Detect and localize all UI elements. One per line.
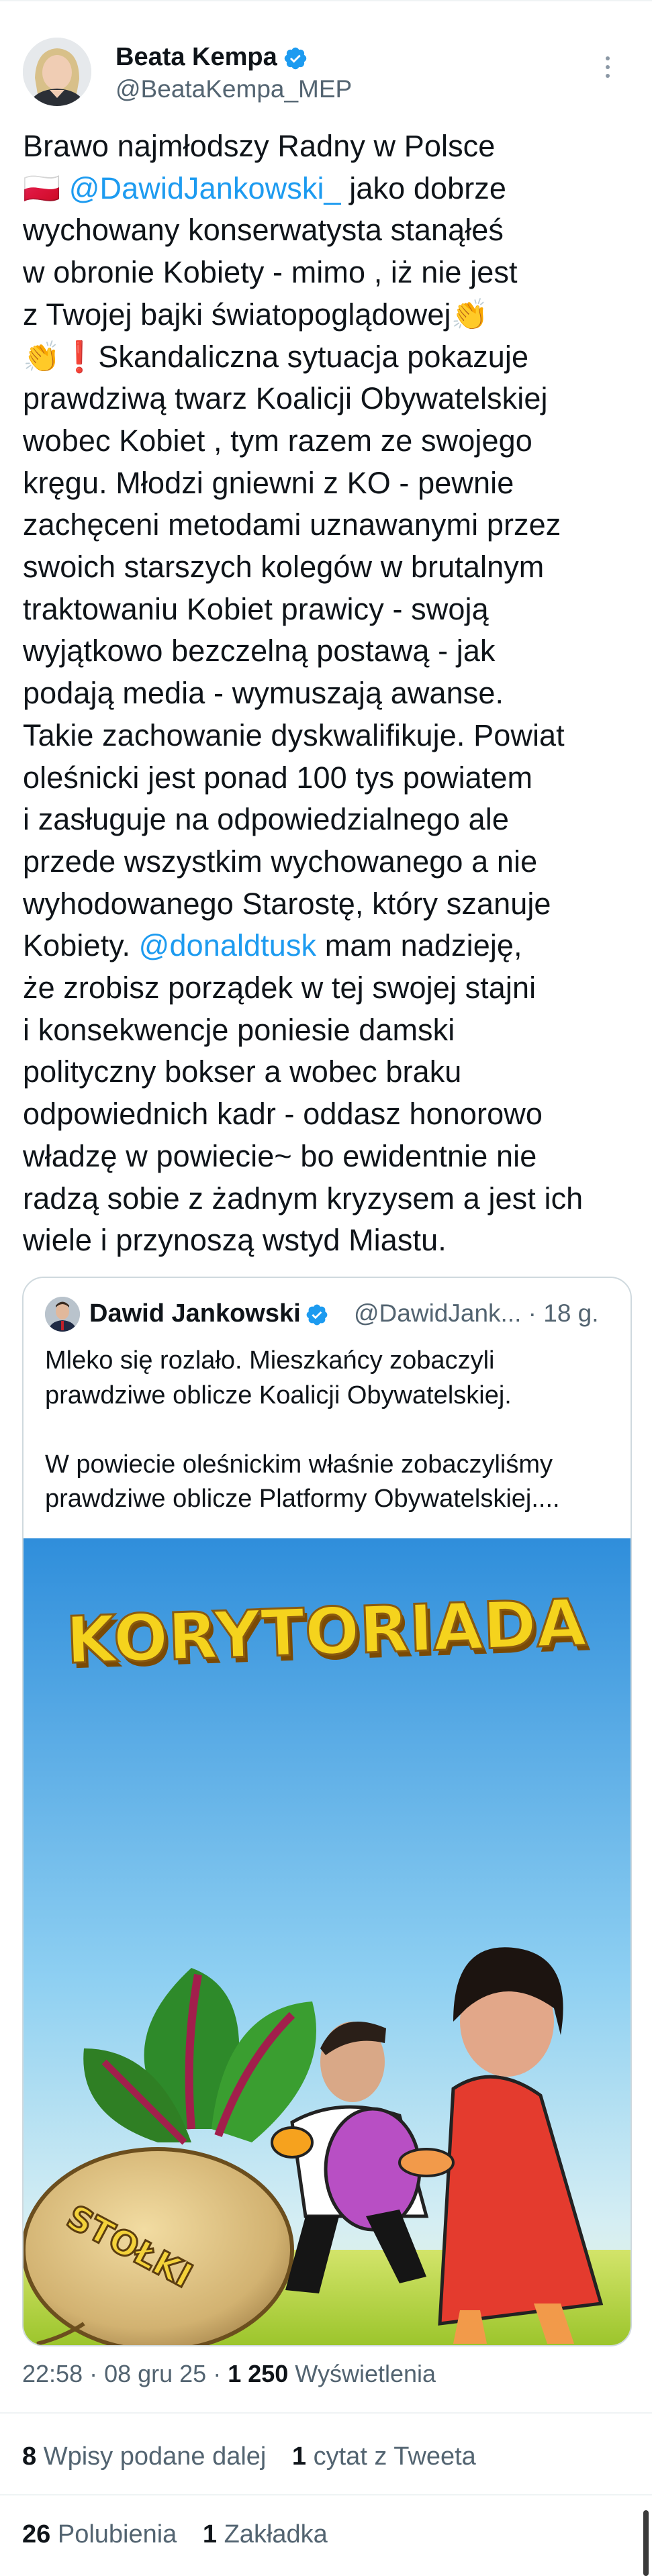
tweet-text-line: wobec Kobiet , tym razem ze swojego <box>23 420 637 462</box>
tweet-text-segment: wychowany konserwatysta stanąłeś <box>23 213 504 248</box>
tweet-text-line: i konsekwencje poniesie damski <box>23 1009 637 1052</box>
tweet-text-segment: Kobiety. <box>23 928 139 963</box>
beet: STOŁKI <box>24 2147 294 2345</box>
tweet-text-segment: wiele i przynoszą wstyd Miastu. <box>23 1223 447 1258</box>
tweet-text-segment: z Twojej bajki światopoglądowej👏 <box>23 297 489 332</box>
tweet-text-line: kręgu. Młodzi gniewni z KO - pewnie <box>23 462 637 505</box>
quoted-tweet-card[interactable]: Dawid Jankowski @DawidJank... · 18 g. Ml… <box>22 1277 632 2346</box>
tweet-meta: 22:58 · 08 gru 25 · 1 250 Wyświetlenia <box>22 2359 436 2389</box>
tweet-text-segment: wyhodowanego Starostę, który szanuje <box>23 886 551 921</box>
timestamp[interactable]: 22:58 · 08 gru 25 · <box>22 2360 228 2387</box>
tweet-text-segment: swoich starszych kolegów w brutalnym <box>23 550 545 585</box>
tweet-text-line: i zasługuje na odpowiedzialnego ale <box>23 799 637 841</box>
mention-link[interactable]: @donaldtusk <box>139 928 316 962</box>
tweet-text-segment: Brawo najmłodszy Radny w Polsce <box>23 129 496 163</box>
tweet-text-segment: kręgu. Młodzi gniewni z KO - pewnie <box>23 465 514 500</box>
tweet-text-segment: traktowaniu Kobiet prawicy - swoją <box>23 591 489 626</box>
bookmarks-stat[interactable]: 1 Zakładka <box>203 2520 328 2548</box>
views-label: Wyświetlenia <box>288 2360 436 2387</box>
quotes-stat[interactable]: 1 cytat z Tweeta <box>292 2442 476 2471</box>
tweet-text-segment: podają media - wymuszają awanse. <box>23 676 504 711</box>
tweet-text-segment: 🇵🇱 <box>23 170 69 205</box>
tweet-text-segment: radzą sobie z żadnym kryzysem a jest ich <box>23 1181 584 1216</box>
tweet-text-line: w obronie Kobiety - mimo , iż nie jest <box>23 252 637 294</box>
quoted-text-line: W powiecie oleśnickim właśnie zobaczyliś… <box>45 1450 553 1479</box>
divider <box>0 2494 652 2495</box>
tweet-text-line: Brawo najmłodszy Radny w Polsce <box>23 126 637 168</box>
more-options-icon[interactable] <box>602 56 614 83</box>
quoted-author-name[interactable]: Dawid Jankowski <box>89 1298 329 1329</box>
tweet-text-line: radzą sobie z żadnym kryzysem a jest ich <box>23 1178 637 1220</box>
quoted-tweet-text: Mleko się rozlało. Mieszkańcy zobaczyli p… <box>45 1344 616 1517</box>
verified-badge-icon <box>284 47 306 70</box>
tweet-text-segment: mam nadzieję, <box>316 928 522 963</box>
top-divider <box>0 0 652 1</box>
stats-row-reposts: 8 Wpisy podane dalej 1 cytat z Tweeta <box>22 2441 495 2472</box>
tweet-text-segment: że zrobisz porządek w tej swojej stajni <box>23 971 537 1005</box>
tweet-text-line: podają media - wymuszają awanse. <box>23 673 637 715</box>
tweet-text-line: że zrobisz porządek w tej swojej stajni <box>23 967 637 1009</box>
tweet-text-line: wiele i przynoszą wstyd Miastu. <box>23 1220 637 1262</box>
tweet-text: Brawo najmłodszy Radny w Polsce 🇵🇱 @Dawid… <box>23 126 637 1262</box>
tweet-text-line: odpowiednich kadr - oddasz honorowo <box>23 1093 637 1136</box>
mention-link[interactable]: @DawidJankowski_ <box>69 171 341 205</box>
tweet-text-segment: i zasługuje na odpowiedzialnego ale <box>23 802 510 837</box>
stats-row-likes: 26 Polubienia 1 Zakładka <box>22 2519 346 2550</box>
tweet-text-segment: i konsekwencje poniesie damski <box>23 1012 455 1047</box>
author-name[interactable]: Beata Kempa <box>115 42 308 72</box>
scrollbar-thumb[interactable] <box>643 2510 649 2576</box>
tweet-text-segment: 👏❗Skandaliczna sytuacja pokazuje <box>23 339 529 374</box>
quoted-text-line: Mleko się rozlało. Mieszkańcy zobaczyli <box>45 1346 495 1375</box>
author-handle[interactable]: @BeataKempa_MEP <box>115 74 352 105</box>
quoted-text-line: prawdziwe oblicze Koalicji Obywatelskiej… <box>45 1381 512 1409</box>
tweet-text-line: wychowany konserwatysta stanąłeś <box>23 209 637 252</box>
quoted-text-line <box>45 1413 616 1448</box>
tweet-text-line: prawdziwą twarz Koalicji Obywatelskiej <box>23 378 637 420</box>
tweet-text-segment: w obronie Kobiety - mimo , iż nie jest <box>23 255 518 290</box>
tweet-text-line: Kobiety. @donaldtusk mam nadzieję, <box>23 925 637 967</box>
author-avatar[interactable] <box>23 38 91 106</box>
tweet-text-segment: polityczny bokser a wobec braku <box>23 1054 462 1089</box>
tweet-text-line: 🇵🇱 @DawidJankowski_ jako dobrze <box>23 168 637 210</box>
quoted-text-line: prawdziwe oblicze Platformy Obywatelskie… <box>45 1485 560 1514</box>
tweet-text-segment: oleśnicki jest ponad 100 tys powiatem <box>23 760 533 795</box>
tweet-text-segment: wobec Kobiet , tym razem ze swojego <box>23 423 532 458</box>
likes-stat[interactable]: 26 Polubienia <box>22 2520 177 2548</box>
tweet-text-line: wyjątkowo bezczelną postawą - jak <box>23 630 637 673</box>
reposts-stat[interactable]: 8 Wpisy podane dalej <box>22 2442 266 2471</box>
tweet-text-segment: władzę w powiecie~ bo ewidentnie nie <box>23 1138 537 1173</box>
tweet-text-line: oleśnicki jest ponad 100 tys powiatem <box>23 757 637 799</box>
tweet-text-segment: odpowiednich kadr - oddasz honorowo <box>23 1097 543 1132</box>
tweet-text-segment: przede wszystkim wychowanego a nie <box>23 844 538 879</box>
verified-badge-icon <box>306 1304 328 1326</box>
quoted-author-avatar[interactable] <box>45 1297 80 1332</box>
tweet-text-line: 👏❗Skandaliczna sytuacja pokazuje <box>23 336 637 379</box>
tweet-text-line: z Twojej bajki światopoglądowej👏 <box>23 294 637 336</box>
tweet-text-line: zachęceni metodami uznawanymi przez <box>23 504 637 546</box>
tweet-text-segment: zachęceni metodami uznawanymi przez <box>23 507 561 542</box>
tweet-text-segment: wyjątkowo bezczelną postawą - jak <box>23 634 496 668</box>
quoted-handle-time: @DawidJank... · 18 g. <box>354 1299 599 1327</box>
tweet-text-line: władzę w powiecie~ bo ewidentnie nie <box>23 1136 637 1178</box>
tweet-text-line: traktowaniu Kobiet prawicy - swoją <box>23 589 637 631</box>
quoted-tweet-image[interactable]: KORYTORIADA KORYTORIADA STOŁKI <box>24 1538 631 2345</box>
tweet-text-segment: Takie zachowanie dyskwalifikuje. Powiat <box>23 717 565 752</box>
tweet-text-line: wyhodowanego Starostę, który szanuje <box>23 883 637 926</box>
tweet-text-segment: jako dobrze <box>340 170 507 205</box>
tweet-text-segment: prawdziwą twarz Koalicji Obywatelskiej <box>23 381 548 416</box>
tweet-text-line: swoich starszych kolegów w brutalnym <box>23 546 637 589</box>
tweet-text-line: przede wszystkim wychowanego a nie <box>23 841 637 883</box>
tweet-text-line: polityczny bokser a wobec braku <box>23 1051 637 1093</box>
tweet-text-line: Takie zachowanie dyskwalifikuje. Powiat <box>23 715 637 757</box>
divider <box>0 2412 652 2414</box>
views-count: 1 250 <box>228 2360 289 2387</box>
